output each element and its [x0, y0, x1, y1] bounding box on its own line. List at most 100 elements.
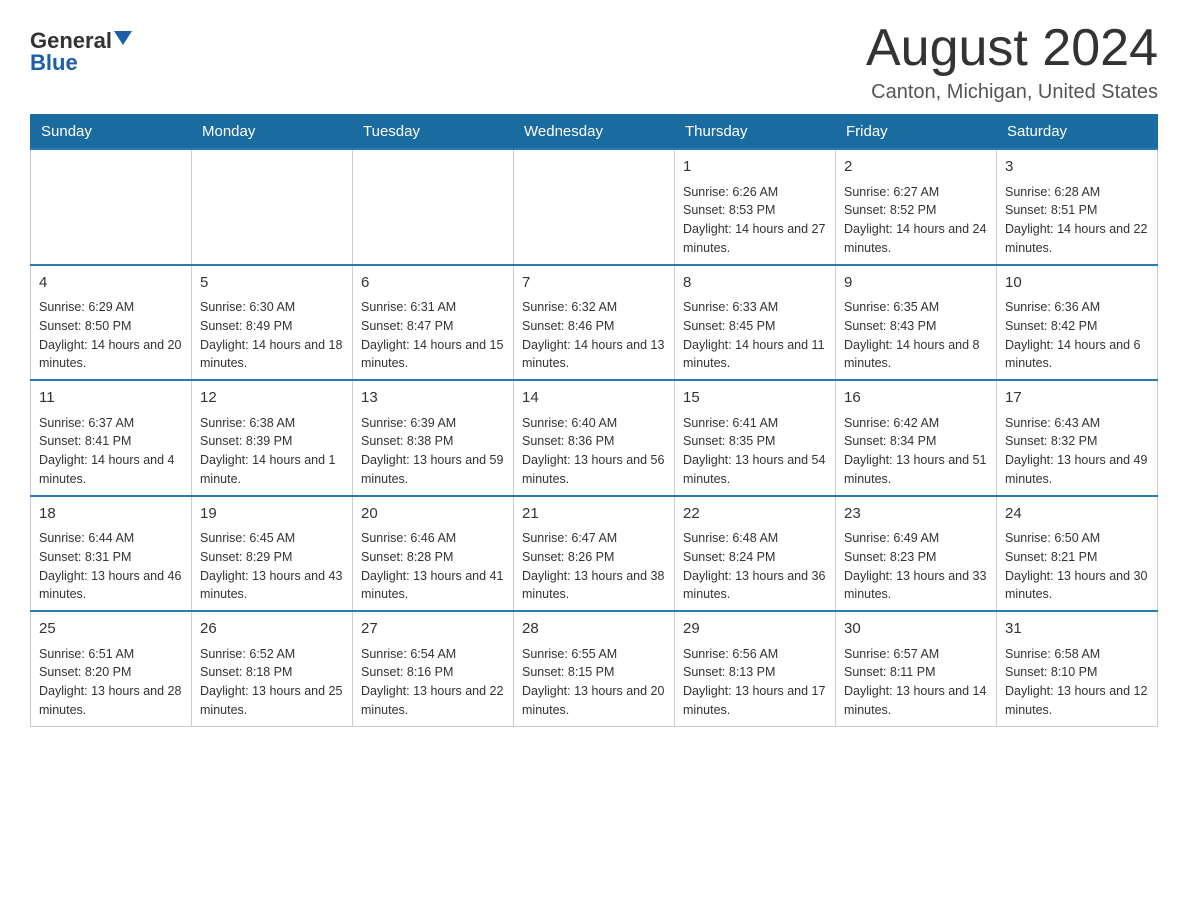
calendar-week-row: 4 Sunrise: 6:29 AMSunset: 8:50 PMDaylight… [31, 265, 1158, 381]
calendar-week-row: 1 Sunrise: 6:26 AMSunset: 8:53 PMDaylight… [31, 149, 1158, 265]
logo-triangle-icon [114, 31, 132, 45]
calendar-header-row: SundayMondayTuesdayWednesdayThursdayFrid… [31, 115, 1158, 150]
day-number: 17 [1005, 387, 1149, 410]
calendar-cell: 19Sunrise: 6:45 AMSunset: 8:29 PMDayligh… [192, 496, 353, 612]
day-info: Sunrise: 6:37 AMSunset: 8:41 PMDaylight:… [39, 414, 183, 489]
day-info: Sunrise: 6:49 AMSunset: 8:23 PMDaylight:… [844, 529, 988, 604]
calendar-cell: 9 Sunrise: 6:35 AMSunset: 8:43 PMDaylight… [836, 265, 997, 381]
logo-blue: Blue [30, 50, 78, 76]
day-info: Sunrise: 6:30 AMSunset: 8:49 PMDaylight:… [200, 298, 344, 373]
calendar-week-row: 11 Sunrise: 6:37 AMSunset: 8:41 PMDayligh… [31, 380, 1158, 496]
day-number: 2 [844, 156, 988, 179]
calendar-cell: 18 Sunrise: 6:44 AMSunset: 8:31 PMDayligh… [31, 496, 192, 612]
day-number: 23 [844, 503, 988, 526]
day-number: 18 [39, 503, 183, 526]
calendar-cell: 29 Sunrise: 6:56 AMSunset: 8:13 PMDayligh… [675, 611, 836, 726]
calendar-cell: 27 Sunrise: 6:54 AMSunset: 8:16 PMDayligh… [353, 611, 514, 726]
calendar-cell: 31 Sunrise: 6:58 AMSunset: 8:10 PMDayligh… [997, 611, 1158, 726]
calendar-cell: 25 Sunrise: 6:51 AMSunset: 8:20 PMDayligh… [31, 611, 192, 726]
day-info: Sunrise: 6:51 AMSunset: 8:20 PMDaylight:… [39, 645, 183, 720]
calendar-cell: 5 Sunrise: 6:30 AMSunset: 8:49 PMDaylight… [192, 265, 353, 381]
calendar-cell [514, 149, 675, 265]
day-number: 1 [683, 156, 827, 179]
day-number: 8 [683, 272, 827, 295]
logo: General Blue [30, 20, 132, 76]
day-number: 26 [200, 618, 344, 641]
day-info: Sunrise: 6:28 AMSunset: 8:51 PMDaylight:… [1005, 183, 1149, 258]
weekday-header-sunday: Sunday [31, 115, 192, 150]
day-number: 10 [1005, 272, 1149, 295]
calendar-cell: 8Sunrise: 6:33 AMSunset: 8:45 PMDaylight… [675, 265, 836, 381]
day-info: Sunrise: 6:44 AMSunset: 8:31 PMDaylight:… [39, 529, 183, 604]
calendar-cell: 21 Sunrise: 6:47 AMSunset: 8:26 PMDayligh… [514, 496, 675, 612]
day-number: 4 [39, 272, 183, 295]
calendar-cell: 11 Sunrise: 6:37 AMSunset: 8:41 PMDayligh… [31, 380, 192, 496]
day-info: Sunrise: 6:58 AMSunset: 8:10 PMDaylight:… [1005, 645, 1149, 720]
calendar-cell: 14 Sunrise: 6:40 AMSunset: 8:36 PMDayligh… [514, 380, 675, 496]
calendar-cell [192, 149, 353, 265]
day-info: Sunrise: 6:39 AMSunset: 8:38 PMDaylight:… [361, 414, 505, 489]
day-number: 28 [522, 618, 666, 641]
calendar-cell: 1 Sunrise: 6:26 AMSunset: 8:53 PMDaylight… [675, 149, 836, 265]
day-info: Sunrise: 6:50 AMSunset: 8:21 PMDaylight:… [1005, 529, 1149, 604]
day-info: Sunrise: 6:26 AMSunset: 8:53 PMDaylight:… [683, 183, 827, 258]
calendar-cell: 23 Sunrise: 6:49 AMSunset: 8:23 PMDayligh… [836, 496, 997, 612]
day-info: Sunrise: 6:54 AMSunset: 8:16 PMDaylight:… [361, 645, 505, 720]
day-info: Sunrise: 6:42 AMSunset: 8:34 PMDaylight:… [844, 414, 988, 489]
day-info: Sunrise: 6:52 AMSunset: 8:18 PMDaylight:… [200, 645, 344, 720]
calendar-cell: 28 Sunrise: 6:55 AMSunset: 8:15 PMDayligh… [514, 611, 675, 726]
calendar-cell: 30Sunrise: 6:57 AMSunset: 8:11 PMDayligh… [836, 611, 997, 726]
day-info: Sunrise: 6:31 AMSunset: 8:47 PMDaylight:… [361, 298, 505, 373]
day-info: Sunrise: 6:48 AMSunset: 8:24 PMDaylight:… [683, 529, 827, 604]
calendar-cell: 12 Sunrise: 6:38 AMSunset: 8:39 PMDayligh… [192, 380, 353, 496]
day-info: Sunrise: 6:40 AMSunset: 8:36 PMDaylight:… [522, 414, 666, 489]
calendar-cell: 20 Sunrise: 6:46 AMSunset: 8:28 PMDayligh… [353, 496, 514, 612]
calendar-cell: 24 Sunrise: 6:50 AMSunset: 8:21 PMDayligh… [997, 496, 1158, 612]
day-info: Sunrise: 6:38 AMSunset: 8:39 PMDaylight:… [200, 414, 344, 489]
calendar-week-row: 25 Sunrise: 6:51 AMSunset: 8:20 PMDayligh… [31, 611, 1158, 726]
day-number: 3 [1005, 156, 1149, 179]
calendar-cell: 15 Sunrise: 6:41 AMSunset: 8:35 PMDayligh… [675, 380, 836, 496]
day-info: Sunrise: 6:35 AMSunset: 8:43 PMDaylight:… [844, 298, 988, 373]
calendar-cell: 22 Sunrise: 6:48 AMSunset: 8:24 PMDayligh… [675, 496, 836, 612]
day-info: Sunrise: 6:55 AMSunset: 8:15 PMDaylight:… [522, 645, 666, 720]
day-number: 24 [1005, 503, 1149, 526]
calendar-cell: 17 Sunrise: 6:43 AMSunset: 8:32 PMDayligh… [997, 380, 1158, 496]
calendar-cell: 2 Sunrise: 6:27 AMSunset: 8:52 PMDaylight… [836, 149, 997, 265]
day-number: 14 [522, 387, 666, 410]
calendar-cell: 13Sunrise: 6:39 AMSunset: 8:38 PMDayligh… [353, 380, 514, 496]
day-number: 20 [361, 503, 505, 526]
day-number: 27 [361, 618, 505, 641]
weekday-header-thursday: Thursday [675, 115, 836, 150]
day-info: Sunrise: 6:47 AMSunset: 8:26 PMDaylight:… [522, 529, 666, 604]
calendar-cell: 6 Sunrise: 6:31 AMSunset: 8:47 PMDaylight… [353, 265, 514, 381]
calendar-cell [353, 149, 514, 265]
day-info: Sunrise: 6:46 AMSunset: 8:28 PMDaylight:… [361, 529, 505, 604]
weekday-header-wednesday: Wednesday [514, 115, 675, 150]
weekday-header-tuesday: Tuesday [353, 115, 514, 150]
day-number: 29 [683, 618, 827, 641]
day-number: 15 [683, 387, 827, 410]
day-number: 21 [522, 503, 666, 526]
day-number: 31 [1005, 618, 1149, 641]
day-info: Sunrise: 6:45 AMSunset: 8:29 PMDaylight:… [200, 529, 344, 604]
day-info: Sunrise: 6:27 AMSunset: 8:52 PMDaylight:… [844, 183, 988, 258]
day-number: 22 [683, 503, 827, 526]
calendar-cell: 16Sunrise: 6:42 AMSunset: 8:34 PMDayligh… [836, 380, 997, 496]
day-number: 25 [39, 618, 183, 641]
day-info: Sunrise: 6:56 AMSunset: 8:13 PMDaylight:… [683, 645, 827, 720]
calendar-table: SundayMondayTuesdayWednesdayThursdayFrid… [30, 114, 1158, 727]
day-info: Sunrise: 6:41 AMSunset: 8:35 PMDaylight:… [683, 414, 827, 489]
day-info: Sunrise: 6:29 AMSunset: 8:50 PMDaylight:… [39, 298, 183, 373]
day-number: 5 [200, 272, 344, 295]
day-info: Sunrise: 6:43 AMSunset: 8:32 PMDaylight:… [1005, 414, 1149, 489]
weekday-header-saturday: Saturday [997, 115, 1158, 150]
day-number: 6 [361, 272, 505, 295]
day-number: 11 [39, 387, 183, 410]
day-number: 9 [844, 272, 988, 295]
day-number: 12 [200, 387, 344, 410]
weekday-header-friday: Friday [836, 115, 997, 150]
calendar-cell: 4 Sunrise: 6:29 AMSunset: 8:50 PMDaylight… [31, 265, 192, 381]
calendar-week-row: 18 Sunrise: 6:44 AMSunset: 8:31 PMDayligh… [31, 496, 1158, 612]
day-info: Sunrise: 6:36 AMSunset: 8:42 PMDaylight:… [1005, 298, 1149, 373]
